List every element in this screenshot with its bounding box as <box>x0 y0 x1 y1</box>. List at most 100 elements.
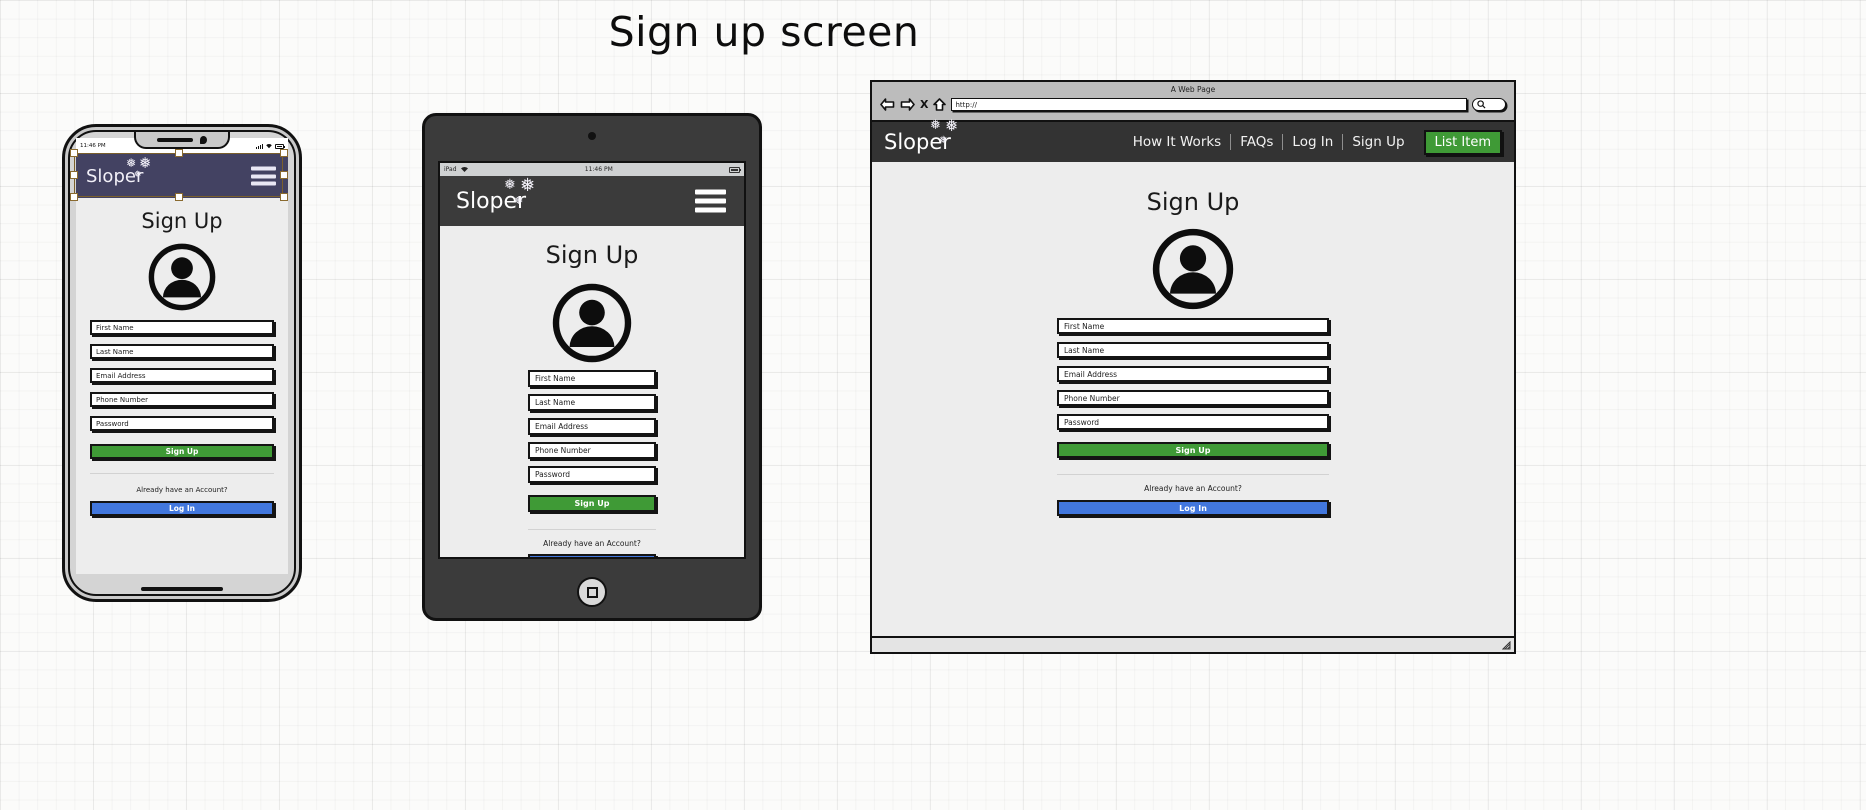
selection-handle-ml[interactable] <box>70 171 78 179</box>
snowflake-icon-1: ❅ <box>930 118 941 133</box>
snowflake-icon-2: ❅ <box>520 174 536 196</box>
login-button[interactable]: Log In <box>1057 500 1329 516</box>
nav-link-log-in[interactable]: Log In <box>1283 134 1342 150</box>
forward-arrow-icon[interactable] <box>900 98 915 111</box>
tablet-status-time: 11:46 PM <box>584 166 613 173</box>
first-name-input[interactable]: First Name <box>528 370 656 387</box>
snowflake-icon-1: ❅ <box>126 155 137 170</box>
snowflake-icon-3: ❅ <box>514 193 524 207</box>
phone-number-input[interactable]: Phone Number <box>1057 390 1329 406</box>
selection-handle-tc[interactable] <box>175 149 183 157</box>
last-name-input[interactable]: Last Name <box>90 344 274 359</box>
wifi-icon <box>460 166 468 172</box>
home-icon[interactable] <box>933 98 947 111</box>
form-divider <box>1057 474 1329 475</box>
selection-handle-bc[interactable] <box>175 193 183 201</box>
snowflake-icon-3: ❅ <box>134 169 142 180</box>
battery-icon <box>728 166 742 173</box>
avatar-icon <box>552 283 632 363</box>
back-arrow-icon[interactable] <box>880 98 895 111</box>
email-address-input[interactable]: Email Address <box>90 368 274 383</box>
snowflake-icon-3: ❅ <box>939 135 948 146</box>
browser-page-content: Sign Up First Name Last Name Email Addre… <box>872 162 1514 638</box>
tablet-signup-form: Sign Up First Name Last Name Email Addre… <box>440 226 744 557</box>
selection-handle-tr[interactable] <box>280 149 288 157</box>
selection-handle-mr[interactable] <box>280 171 288 179</box>
tablet-navbar: Sloper ❅ ❅ ❅ <box>440 176 744 226</box>
signup-heading: Sign Up <box>545 241 639 269</box>
avatar-icon <box>1152 228 1234 310</box>
browser-site-navbar: Sloper ❅ ❅ ❅ How It Works FAQs Log In Si… <box>872 118 1514 162</box>
phone-screen: 11:46 PM Sloper ❅ ❅ ❅ Sign Up First Name… <box>76 138 288 574</box>
snowflake-icon-2: ❅ <box>139 153 152 172</box>
selection-handle-bl[interactable] <box>70 193 78 201</box>
tablet-front-camera-icon <box>588 132 596 140</box>
signup-heading: Sign Up <box>141 209 223 233</box>
phone-home-indicator <box>141 587 223 591</box>
brand-logo[interactable]: Sloper ❅ ❅ ❅ <box>86 155 152 187</box>
phone-signup-form: Sign Up First Name Last Name Email Addre… <box>76 198 288 516</box>
tablet-mockup: iPad 11:46 PM Sloper ❅ ❅ ❅ Sign Up First… <box>422 113 762 621</box>
phone-number-input[interactable]: Phone Number <box>528 442 656 459</box>
signup-heading: Sign Up <box>1146 188 1240 216</box>
nav-link-how-it-works[interactable]: How It Works <box>1124 134 1231 150</box>
browser-mockup: A Web Page X http:// Sloper ❅ ❅ ❅ How It… <box>870 80 1516 654</box>
earpiece-speaker <box>157 137 193 142</box>
phone-number-input[interactable]: Phone Number <box>90 392 274 407</box>
tablet-home-button[interactable] <box>577 577 607 607</box>
first-name-input[interactable]: First Name <box>1057 318 1329 334</box>
phone-notch <box>134 132 230 149</box>
search-box[interactable] <box>1472 98 1506 111</box>
account-hint: Already have an Account? <box>1144 484 1242 493</box>
resize-grip-icon[interactable] <box>1502 641 1511 650</box>
form-divider <box>528 529 656 530</box>
avatar-icon <box>148 243 216 311</box>
selection-handle-br[interactable] <box>280 193 288 201</box>
tablet-status-bar: iPad 11:46 PM <box>440 163 744 176</box>
browser-window-title: A Web Page <box>1170 85 1216 94</box>
nav-link-sign-up[interactable]: Sign Up <box>1343 134 1413 150</box>
wifi-icon <box>266 144 272 149</box>
wireframe-canvas: Sign up screen 11:46 PM Sloper ❅ ❅ ❅ Sig… <box>0 0 1866 810</box>
brand-logo[interactable]: Sloper ❅ ❅ ❅ <box>456 176 535 214</box>
page-title: Sign up screen <box>608 8 920 56</box>
account-hint: Already have an Account? <box>543 539 641 548</box>
snowflake-icon-1: ❅ <box>504 176 516 193</box>
browser-signup-form: First Name Last Name Email Address Phone… <box>1057 318 1329 516</box>
signup-button[interactable]: Sign Up <box>528 495 656 512</box>
last-name-input[interactable]: Last Name <box>1057 342 1329 358</box>
signup-button[interactable]: Sign Up <box>90 444 274 459</box>
list-item-button[interactable]: List Item <box>1423 129 1502 155</box>
hamburger-menu-icon[interactable] <box>695 189 726 213</box>
url-input[interactable]: http:// <box>951 98 1467 111</box>
password-input[interactable]: Password <box>1057 414 1329 430</box>
password-input[interactable]: Password <box>528 466 656 483</box>
front-camera-icon <box>200 135 207 144</box>
nav-link-faqs[interactable]: FAQs <box>1231 134 1282 150</box>
login-button[interactable]: Log In <box>90 501 274 516</box>
account-hint: Already have an Account? <box>136 486 228 494</box>
phone-navbar: Sloper ❅ ❅ ❅ <box>76 154 288 198</box>
login-button[interactable]: Log In <box>528 554 656 557</box>
phone-status-time: 11:46 PM <box>80 143 106 149</box>
last-name-input[interactable]: Last Name <box>528 394 656 411</box>
email-address-input[interactable]: Email Address <box>528 418 656 435</box>
email-address-input[interactable]: Email Address <box>1057 366 1329 382</box>
hamburger-menu-icon[interactable] <box>251 166 276 186</box>
browser-toolbar: X http:// <box>880 98 1506 111</box>
tablet-status-left: iPad <box>444 166 469 173</box>
search-icon <box>1477 100 1486 109</box>
signup-button[interactable]: Sign Up <box>1057 442 1329 458</box>
tablet-device-name: iPad <box>444 166 457 173</box>
selection-handle-tl[interactable] <box>70 149 78 157</box>
browser-chrome: A Web Page X http:// <box>872 82 1514 122</box>
phone-mockup: 11:46 PM Sloper ❅ ❅ ❅ Sign Up First Name… <box>62 124 302 602</box>
first-name-input[interactable]: First Name <box>90 320 274 335</box>
stop-x-icon[interactable]: X <box>920 99 928 110</box>
snowflake-icon-2: ❅ <box>945 116 959 135</box>
tablet-screen: iPad 11:46 PM Sloper ❅ ❅ ❅ Sign Up First… <box>438 161 746 559</box>
password-input[interactable]: Password <box>90 416 274 431</box>
site-nav-links: How It Works FAQs Log In Sign Up List It… <box>1124 129 1502 155</box>
brand-logo[interactable]: Sloper ❅ ❅ ❅ <box>884 118 958 155</box>
form-divider <box>90 473 274 474</box>
